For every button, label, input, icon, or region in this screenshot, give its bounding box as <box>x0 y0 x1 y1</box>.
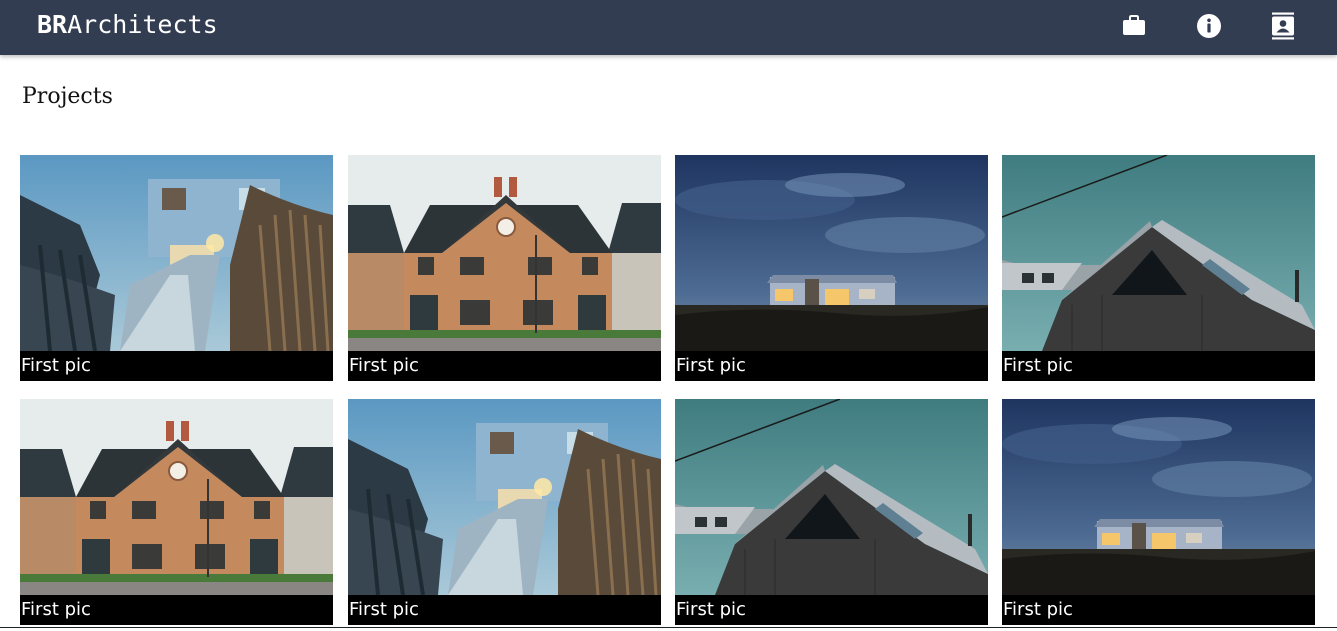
night-bungalow-image <box>675 155 988 351</box>
project-caption: First pic <box>1002 351 1315 381</box>
brand-logo[interactable]: BRArchitects <box>37 10 218 40</box>
brand-bold-text: BR <box>37 10 68 39</box>
contact-book-icon[interactable] <box>1268 11 1298 41</box>
wooden-walkway-house-image <box>348 399 661 595</box>
project-card[interactable]: First pic <box>348 155 661 381</box>
dark-gable-house-image <box>675 399 988 595</box>
project-card[interactable]: First pic <box>1002 399 1315 625</box>
project-caption: First pic <box>1002 595 1315 625</box>
dark-gable-house-image <box>1002 155 1315 351</box>
wooden-walkway-house-image <box>20 155 333 351</box>
project-caption: First pic <box>675 351 988 381</box>
page-bottom-edge <box>0 627 1337 631</box>
project-card[interactable]: First pic <box>675 155 988 381</box>
brick-house-image <box>20 399 333 595</box>
night-bungalow-image <box>1002 399 1315 595</box>
project-caption: First pic <box>675 595 988 625</box>
project-card[interactable]: First pic <box>348 399 661 625</box>
project-caption: First pic <box>20 595 333 625</box>
project-caption: First pic <box>20 351 333 381</box>
project-card[interactable]: First pic <box>1002 155 1315 381</box>
brand-text: Architects <box>67 10 218 39</box>
page-title: Projects <box>22 84 113 109</box>
project-card[interactable]: First pic <box>20 155 333 381</box>
project-caption: First pic <box>348 595 661 625</box>
top-navbar: BRArchitects <box>0 0 1337 55</box>
brick-house-image <box>348 155 661 351</box>
info-icon[interactable] <box>1194 11 1224 41</box>
project-card[interactable]: First pic <box>20 399 333 625</box>
project-card[interactable]: First pic <box>675 399 988 625</box>
project-caption: First pic <box>348 351 661 381</box>
briefcase-icon[interactable] <box>1119 11 1149 41</box>
